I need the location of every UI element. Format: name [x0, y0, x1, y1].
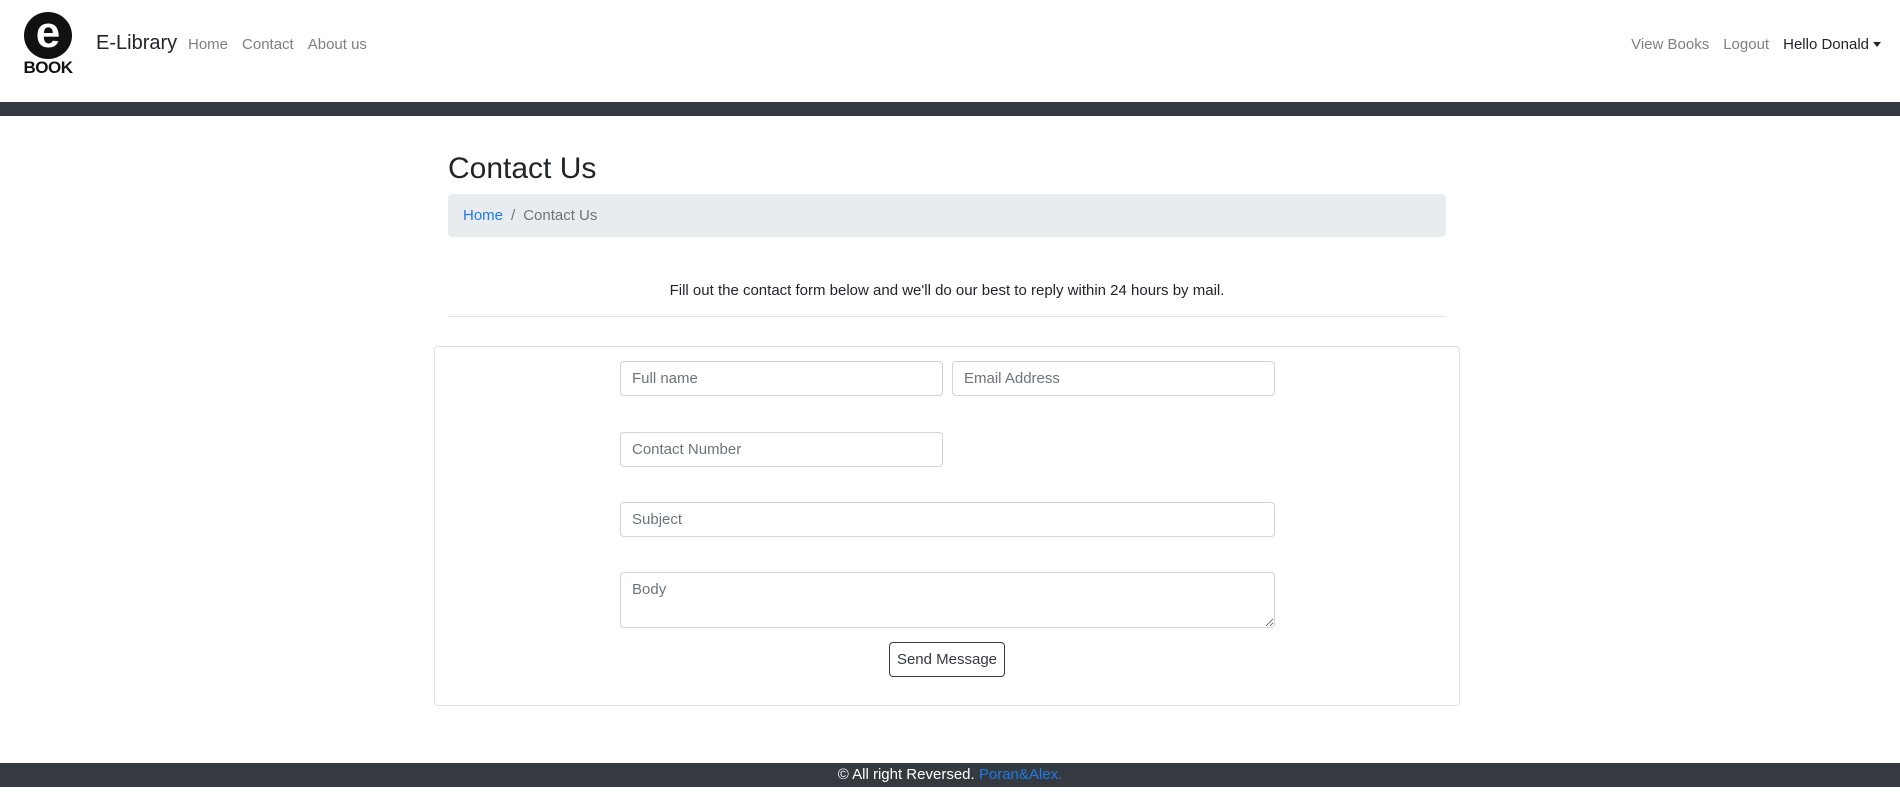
footer-link[interactable]: Poran&Alex.: [979, 766, 1062, 783]
nav-view-books[interactable]: View Books: [1624, 36, 1716, 53]
contact-instructions: Fill out the contact form below and we'l…: [669, 282, 1225, 299]
contact-number-input[interactable]: [620, 432, 943, 467]
footer: © All right Reversed. Poran&Alex.: [0, 763, 1900, 787]
ebook-logo[interactable]: e BOOK: [18, 7, 78, 77]
email-input[interactable]: [952, 361, 1275, 396]
caret-down-icon: [1873, 42, 1881, 47]
page-title: Contact Us: [448, 152, 597, 185]
navbar-divider: [0, 102, 1900, 116]
nav-contact[interactable]: Contact: [235, 36, 301, 53]
navbar: e BOOK E-Library Home Contact About us V…: [0, 0, 1900, 102]
nav-about-us[interactable]: About us: [301, 36, 374, 53]
body-textarea[interactable]: [620, 572, 1275, 628]
brand-link[interactable]: E-Library: [96, 32, 177, 55]
main-nav: Home Contact About us: [188, 36, 374, 53]
logo-letter: e: [35, 7, 61, 57]
nav-home[interactable]: Home: [188, 36, 235, 53]
logo-circle: e: [24, 7, 72, 59]
subject-input[interactable]: [620, 502, 1275, 537]
user-dropdown[interactable]: Hello Donald: [1776, 36, 1888, 53]
nav-logout[interactable]: Logout: [1716, 36, 1776, 53]
user-nav: View Books Logout Hello Donald: [1624, 36, 1888, 53]
footer-text: © All right Reversed.: [837, 766, 975, 783]
send-message-button[interactable]: Send Message: [889, 642, 1005, 677]
divider: [448, 316, 1446, 317]
breadcrumb-separator: /: [511, 207, 516, 224]
full-name-input[interactable]: [620, 361, 943, 396]
logo-text: BOOK: [23, 58, 74, 77]
breadcrumb-current: Contact Us: [523, 207, 598, 224]
breadcrumb: Home / Contact Us: [448, 194, 1446, 237]
breadcrumb-home[interactable]: Home: [463, 207, 503, 224]
user-greeting: Hello Donald: [1783, 36, 1869, 53]
